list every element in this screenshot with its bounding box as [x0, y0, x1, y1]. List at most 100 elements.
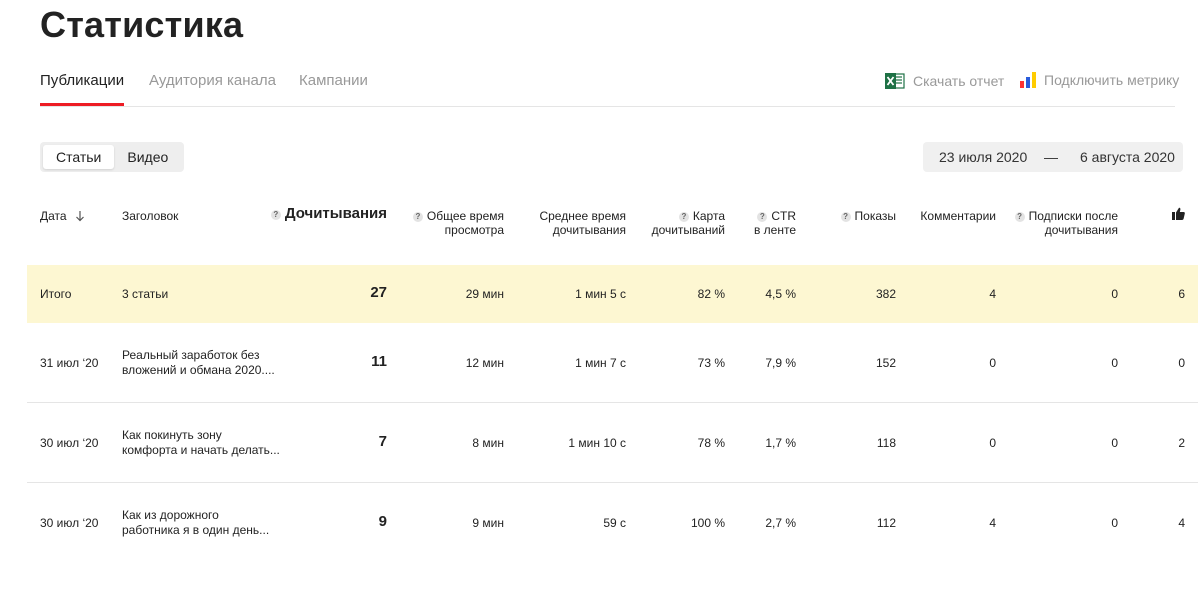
- row-read-card: 100 %: [690, 516, 725, 530]
- row-ctr: 1,7 %: [765, 436, 796, 450]
- row-views: 118: [876, 436, 896, 450]
- metrika-icon: [1020, 72, 1036, 88]
- table-row[interactable]: 31 июл ‘20 Реальный заработок без вложен…: [27, 323, 1198, 403]
- column-views-label: Показы: [854, 209, 896, 223]
- row-comments: 4: [989, 287, 996, 301]
- thumbs-up-icon: [1172, 207, 1185, 223]
- table-row-total: Итого 3 статьи 27 29 мин 1 мин 5 с 82 % …: [27, 265, 1198, 323]
- row-avg-time: 1 мин 10 с: [568, 436, 626, 450]
- row-reads: 27: [370, 284, 387, 301]
- question-icon[interactable]: ?: [412, 212, 423, 222]
- row-title-line1: Как покинуть зону: [122, 428, 222, 442]
- row-avg-time: 1 мин 7 с: [575, 356, 626, 370]
- column-header-comments[interactable]: Комментарии: [905, 209, 996, 223]
- column-avg-time-line1: Среднее время: [539, 209, 626, 223]
- row-title-link[interactable]: Как из дорожного работника я в один день…: [122, 508, 287, 538]
- row-comments: 4: [989, 516, 996, 530]
- row-title-line2: работника я в один день...: [122, 523, 270, 537]
- date-range-picker[interactable]: 23 июля 2020 — 6 августа 2020: [923, 142, 1183, 172]
- row-read-card: 73 %: [697, 356, 725, 370]
- row-reads: 7: [378, 433, 387, 450]
- column-read-card-line2: дочитываний: [651, 223, 725, 237]
- date-from[interactable]: 23 июля 2020: [939, 149, 1027, 165]
- row-comments: 0: [989, 436, 996, 450]
- row-subscriptions: 0: [1111, 436, 1118, 450]
- tab-publications[interactable]: Публикации: [40, 72, 125, 106]
- column-header-reads[interactable]: ? Дочитывания: [270, 205, 387, 222]
- row-title-line1: Реальный заработок без: [122, 348, 260, 362]
- row-subscriptions: 0: [1111, 516, 1118, 530]
- page-title: Статистика: [40, 4, 244, 45]
- column-header-likes[interactable]: [1165, 207, 1185, 223]
- date-separator: —: [1044, 149, 1058, 165]
- row-title-line1: Как из дорожного: [122, 508, 219, 522]
- row-title-line2: комфорта и начать делать...: [122, 443, 280, 457]
- column-total-time-line2: просмотра: [444, 223, 504, 237]
- row-avg-time: 59 с: [603, 516, 626, 530]
- column-header-avg-time[interactable]: Среднее время дочитывания: [520, 209, 626, 237]
- column-subs-line2: дочитывания: [1044, 223, 1118, 237]
- video-toggle[interactable]: Видео: [114, 145, 181, 169]
- row-total-time: 12 мин: [465, 356, 504, 370]
- row-total-time: 9 мин: [472, 516, 504, 530]
- row-title: 3 статьи: [122, 287, 169, 301]
- articles-toggle[interactable]: Статьи: [43, 145, 115, 169]
- row-likes: 4: [1178, 516, 1185, 530]
- column-subs-line1: Подписки после: [1028, 209, 1118, 223]
- excel-icon: [885, 72, 905, 90]
- row-views: 382: [875, 287, 896, 301]
- column-avg-time-line2: дочитывания: [552, 223, 626, 237]
- table-row[interactable]: 30 июл ‘20 Как покинуть зону комфорта и …: [27, 403, 1198, 483]
- row-ctr: 4,5 %: [765, 287, 796, 301]
- row-likes: 0: [1178, 356, 1185, 370]
- row-reads: 11: [371, 353, 387, 370]
- row-date: 31 июл ‘20: [40, 356, 99, 370]
- row-ctr: 2,7 %: [765, 516, 796, 530]
- date-to[interactable]: 6 августа 2020: [1080, 149, 1175, 165]
- question-icon[interactable]: ?: [757, 212, 768, 222]
- row-total-time: 29 мин: [465, 287, 504, 301]
- column-read-card-line1: Карта: [692, 209, 725, 223]
- row-read-card: 82 %: [697, 287, 725, 301]
- row-date: 30 июл ‘20: [40, 436, 99, 450]
- column-ctr-line1: CTR: [771, 209, 796, 223]
- column-header-ctr[interactable]: ? CTR в ленте: [735, 209, 796, 237]
- row-subscriptions: 0: [1111, 287, 1118, 301]
- column-date-label: Дата: [40, 209, 67, 223]
- tab-audience[interactable]: Аудитория канала: [149, 72, 276, 89]
- row-title-link[interactable]: Реальный заработок без вложений и обмана…: [122, 348, 287, 378]
- column-header-views[interactable]: ? Показы: [820, 209, 896, 223]
- column-header-subscriptions[interactable]: ? Подписки после дочитывания: [1005, 209, 1118, 237]
- row-ctr: 7,9 %: [765, 356, 796, 370]
- row-reads: 9: [378, 513, 387, 530]
- row-title-link[interactable]: Как покинуть зону комфорта и начать дела…: [122, 428, 287, 458]
- question-icon[interactable]: ?: [678, 212, 689, 222]
- row-views: 152: [875, 356, 896, 370]
- column-ctr-line2: в ленте: [753, 223, 796, 237]
- row-date: Итого: [40, 287, 72, 301]
- column-reads-label: Дочитывания: [284, 205, 387, 222]
- row-total-time: 8 мин: [472, 436, 504, 450]
- row-subscriptions: 0: [1111, 356, 1118, 370]
- tabs-bar: Публикации Аудитория канала Кампании: [40, 72, 1175, 107]
- column-header-read-card[interactable]: ? Карта дочитываний: [640, 209, 725, 237]
- arrow-down-icon: [75, 210, 85, 225]
- tab-campaigns[interactable]: Кампании: [299, 72, 368, 89]
- column-total-time-line1: Общее время: [426, 209, 504, 223]
- row-title-line2: вложений и обмана 2020....: [122, 363, 275, 377]
- download-report-label: Скачать отчет: [913, 73, 1005, 89]
- row-comments: 0: [989, 356, 996, 370]
- connect-metrika-button[interactable]: Подключить метрику: [1020, 72, 1179, 88]
- row-likes: 6: [1178, 287, 1185, 301]
- row-views: 112: [876, 516, 896, 530]
- column-header-total-time[interactable]: ? Общее время просмотра: [404, 209, 504, 237]
- download-report-button[interactable]: Скачать отчет: [885, 72, 1004, 90]
- question-icon[interactable]: ?: [1014, 212, 1025, 222]
- connect-metrika-label: Подключить метрику: [1044, 72, 1180, 88]
- question-icon[interactable]: ?: [840, 212, 851, 222]
- table-row[interactable]: 30 июл ‘20 Как из дорожного работника я …: [27, 483, 1198, 563]
- row-date: 30 июл ‘20: [40, 516, 99, 530]
- column-header-date[interactable]: Дата: [40, 209, 85, 225]
- row-read-card: 78 %: [697, 436, 725, 450]
- question-icon[interactable]: ?: [270, 210, 281, 220]
